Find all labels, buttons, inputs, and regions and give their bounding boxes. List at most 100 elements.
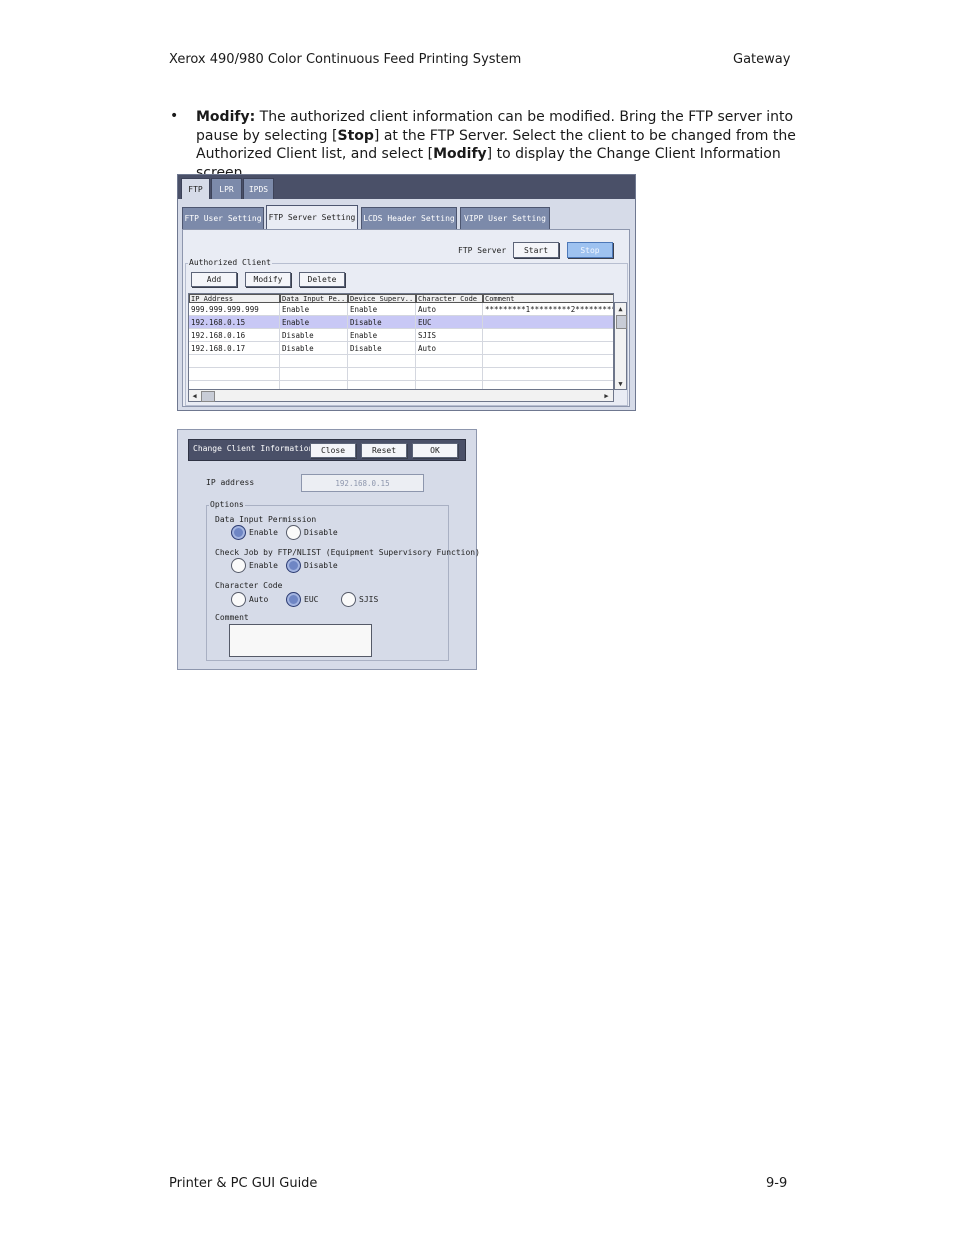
table-vertical-scrollbar[interactable]: ▲ ▼ (614, 302, 627, 390)
table-cell: 192.168.0.16 (189, 329, 280, 342)
char-code-auto-label: Auto (249, 595, 269, 604)
table-cell: Enable (280, 303, 348, 316)
data-input-disable-label: Disable (304, 528, 338, 537)
table-cell (483, 316, 613, 329)
scroll-thumb[interactable] (616, 315, 627, 329)
h-scroll-thumb[interactable] (201, 391, 215, 402)
char-code-euc-radio[interactable] (286, 592, 301, 607)
table-cell: Disable (348, 316, 416, 329)
table-cell (280, 355, 348, 368)
tab-ftp-user-setting[interactable]: FTP User Setting (182, 207, 264, 229)
table-cell: Enable (348, 303, 416, 316)
character-code-label: Character Code (215, 581, 283, 590)
table-cell: Auto (416, 303, 483, 316)
table-row[interactable] (189, 355, 613, 368)
table-cell (483, 342, 613, 355)
data-input-enable-radio[interactable] (231, 525, 246, 540)
table-row[interactable]: 192.168.0.17 Disable Disable Auto (189, 342, 613, 355)
data-input-permission-label: Data Input Permission (215, 515, 317, 524)
ok-button[interactable]: OK (412, 443, 458, 458)
table-cell: SJIS (416, 329, 483, 342)
table-cell (483, 355, 613, 368)
table-cell (483, 329, 613, 342)
column-character-code[interactable]: Character Code (416, 294, 483, 303)
table-cell: 192.168.0.17 (189, 342, 280, 355)
check-job-enable-label: Enable (249, 561, 278, 570)
table-cell: 192.168.0.15 (189, 316, 280, 329)
check-job-label: Check Job by FTP/NLIST (Equipment Superv… (215, 548, 480, 557)
header-title: Xerox 490/980 Color Continuous Feed Prin… (169, 52, 522, 67)
column-ip-address[interactable]: IP Address (189, 294, 280, 303)
table-cell: EUC (416, 316, 483, 329)
scroll-right-icon[interactable]: ▶ (601, 390, 612, 401)
tab-ftp[interactable]: FTP (181, 178, 210, 199)
column-data-input[interactable]: Data Input Pe... (280, 294, 348, 303)
scroll-up-icon[interactable]: ▲ (615, 303, 626, 314)
table-cell (348, 355, 416, 368)
table-cell (189, 355, 280, 368)
options-label: Options (209, 500, 245, 509)
char-code-sjis-radio[interactable] (341, 592, 356, 607)
column-device-supervisory[interactable]: Device Superv... (348, 294, 416, 303)
table-cell (416, 368, 483, 381)
tab-lpr[interactable]: LPR (211, 178, 242, 199)
add-button[interactable]: Add (191, 272, 237, 287)
bullet-term: Modify: (196, 109, 256, 125)
check-job-enable-radio[interactable] (231, 558, 246, 573)
table-cell (189, 368, 280, 381)
table-cell: Disable (280, 342, 348, 355)
table-row[interactable]: 999.999.999.999 Enable Enable Auto *********… (189, 303, 613, 316)
table-cell: Enable (280, 316, 348, 329)
table-header: IP Address Data Input Pe... Device Super… (189, 294, 613, 303)
tab-ipds[interactable]: IPDS (243, 178, 274, 199)
column-comment[interactable]: Comment (483, 294, 613, 303)
para-bold-modify: Modify (433, 146, 487, 162)
table-cell: Disable (348, 342, 416, 355)
check-job-disable-label: Disable (304, 561, 338, 570)
reset-button[interactable]: Reset (361, 443, 407, 458)
dialog-title: Change Client Information (193, 444, 314, 453)
table-cell (416, 355, 483, 368)
footer-page-number: 9-9 (766, 1176, 788, 1191)
ftp-server-label: FTP Server (458, 246, 507, 255)
tab-lcds-header-setting[interactable]: LCDS Header Setting (361, 207, 457, 229)
tab-vipp-user-setting[interactable]: VIPP User Setting (460, 207, 550, 229)
table-cell (483, 368, 613, 381)
footer-guide-title: Printer & PC GUI Guide (169, 1176, 318, 1191)
table-cell (348, 368, 416, 381)
char-code-sjis-label: SJIS (359, 595, 379, 604)
tab-ftp-server-setting[interactable]: FTP Server Setting (266, 205, 358, 229)
scroll-down-icon[interactable]: ▼ (615, 378, 626, 389)
stop-button[interactable]: Stop (567, 242, 613, 258)
change-client-information-screenshot: Change Client Information Close Reset OK… (177, 429, 480, 670)
comment-field[interactable] (229, 624, 372, 657)
table-cell: 999.999.999.999 (189, 303, 280, 316)
table-cell: Auto (416, 342, 483, 355)
data-input-disable-radio[interactable] (286, 525, 301, 540)
comment-label: Comment (215, 613, 249, 622)
bullet-paragraph: Modify: The authorized client informatio… (196, 108, 796, 182)
table-horizontal-scrollbar[interactable]: ◀ ▶ (188, 389, 614, 402)
delete-button[interactable]: Delete (299, 272, 345, 287)
check-job-disable-radio[interactable] (286, 558, 301, 573)
scroll-left-icon[interactable]: ◀ (189, 390, 200, 401)
char-code-auto-radio[interactable] (231, 592, 246, 607)
table-cell: Enable (348, 329, 416, 342)
char-code-euc-label: EUC (304, 595, 319, 604)
table-cell (280, 368, 348, 381)
table-row[interactable]: 192.168.0.15 Enable Disable EUC (189, 316, 613, 329)
data-input-enable-label: Enable (249, 528, 278, 537)
table-row[interactable] (189, 368, 613, 381)
para-bold-stop: Stop (337, 127, 374, 144)
table-cell: *********1*********2*********3** (483, 303, 613, 316)
authorized-client-label: Authorized Client (188, 258, 272, 267)
top-tab-bar: FTP LPR IPDS (178, 175, 635, 199)
ip-address-label: IP address (206, 478, 255, 487)
close-button[interactable]: Close (310, 443, 356, 458)
modify-button[interactable]: Modify (245, 272, 291, 287)
ip-address-field: 192.168.0.15 (301, 474, 424, 492)
ftp-server-setting-screenshot: FTP LPR IPDS FTP User Setting FTP Server… (177, 174, 636, 411)
start-button[interactable]: Start (513, 242, 559, 258)
bullet-marker: • (170, 108, 179, 124)
table-row[interactable]: 192.168.0.16 Disable Enable SJIS (189, 329, 613, 342)
